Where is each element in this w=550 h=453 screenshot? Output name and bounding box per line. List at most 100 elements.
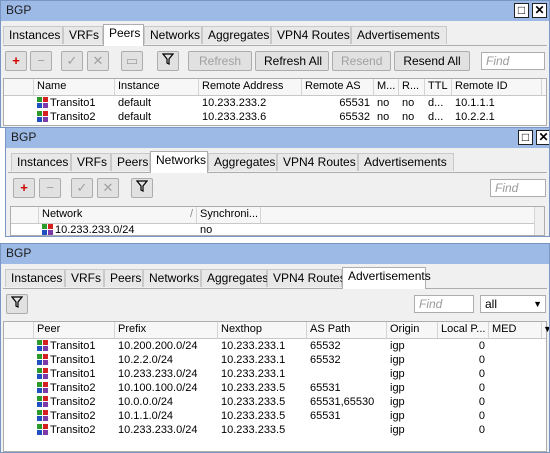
enable-icon[interactable]: ✓: [71, 178, 93, 198]
tab-peers[interactable]: Peers: [111, 153, 150, 171]
add-icon[interactable]: +: [13, 178, 35, 198]
col-flags[interactable]: [4, 322, 34, 338]
add-icon[interactable]: +: [5, 51, 27, 71]
col-prefix[interactable]: Prefix: [115, 322, 218, 338]
tab-vpn4-routes[interactable]: VPN4 Routes: [267, 269, 346, 287]
col-synchronize[interactable]: Synchroni...: [197, 207, 261, 223]
adv-peer: Transito2: [34, 381, 115, 395]
disable-icon[interactable]: ✕: [97, 178, 119, 198]
col-remote-as[interactable]: Remote AS: [302, 79, 374, 95]
col-as-path[interactable]: AS Path: [307, 322, 387, 338]
tab-instances[interactable]: Instances: [5, 269, 65, 287]
filter-icon[interactable]: [157, 51, 179, 71]
adv-as-path: 65531: [310, 382, 341, 394]
adv-nexthop: 10.233.233.5: [221, 410, 286, 422]
peer-icon: [37, 97, 48, 108]
tab-advertisements[interactable]: Advertisements: [351, 26, 447, 44]
adv-peer: Transito1: [34, 353, 115, 367]
col-origin[interactable]: Origin: [387, 322, 438, 338]
table-row[interactable]: Transito1 default 10.233.233.2 65531 no …: [4, 96, 546, 110]
tab-vrfs[interactable]: VRFs: [63, 26, 103, 44]
table-row[interactable]: Transito2 10.233.233.0/24 10.233.233.5 igp 0: [4, 423, 546, 437]
filter-select[interactable]: all ▼: [480, 295, 546, 313]
adv-local-pref: 0: [478, 354, 485, 366]
close-icon[interactable]: ✕: [532, 3, 547, 18]
tab-vrfs[interactable]: VRFs: [71, 153, 111, 171]
resend-button[interactable]: Resend: [332, 51, 391, 71]
find-input[interactable]: Find: [481, 52, 545, 70]
adv-origin: igp: [390, 424, 405, 436]
resend-all-button[interactable]: Resend All: [394, 51, 470, 71]
window-titlebar[interactable]: BGP □ ✕: [6, 128, 549, 148]
tab-vrfs[interactable]: VRFs: [65, 269, 104, 287]
remove-icon[interactable]: −: [39, 178, 61, 198]
col-peer[interactable]: Peer: [34, 322, 115, 338]
col-instance[interactable]: Instance: [115, 79, 199, 95]
tab-advertisements[interactable]: Advertisements: [342, 267, 431, 289]
tab-vpn4-routes[interactable]: VPN4 Routes: [271, 26, 351, 44]
window-title: BGP: [6, 246, 32, 260]
col-med[interactable]: MED: [489, 322, 542, 338]
table-row[interactable]: Transito2 10.100.100.0/24 10.233.233.5 6553…: [4, 381, 546, 395]
tab-advertisements[interactable]: Advertisements: [358, 153, 454, 171]
tab-vpn4-routes[interactable]: VPN4 Routes: [277, 153, 358, 171]
tab-peers[interactable]: Peers: [103, 24, 144, 46]
refresh-all-button[interactable]: Refresh All: [255, 51, 329, 71]
adv-med: [489, 395, 542, 409]
scrollbar[interactable]: [534, 207, 544, 235]
filter-icon[interactable]: [6, 294, 28, 314]
col-flags[interactable]: [11, 207, 39, 223]
find-input[interactable]: Find: [414, 295, 474, 313]
refresh-button[interactable]: Refresh: [188, 51, 252, 71]
tab-instances[interactable]: Instances: [3, 26, 63, 44]
col-flags[interactable]: [4, 79, 34, 95]
col-name[interactable]: Name: [34, 79, 115, 95]
table-row[interactable]: Transito1 10.233.233.0/24 10.233.233.1 igp 0: [4, 367, 546, 381]
tab-peers[interactable]: Peers: [104, 269, 143, 287]
tab-instances[interactable]: Instances: [11, 153, 71, 171]
toolbar: Find all ▼: [3, 292, 547, 318]
find-input[interactable]: Find: [490, 179, 546, 197]
adv-as-path: 65532: [310, 340, 341, 352]
adv-nexthop: 10.233.233.5: [221, 396, 286, 408]
table-row[interactable]: Transito1 10.2.2.0/24 10.233.233.1 65532 igp…: [4, 353, 546, 367]
table-row[interactable]: Transito2 10.0.0.0/24 10.233.233.5 65531,65…: [4, 395, 546, 409]
col-ttl[interactable]: TTL: [425, 79, 452, 95]
adv-local-pref: 0: [478, 396, 485, 408]
col-local-pref[interactable]: Local P...: [438, 322, 489, 338]
disable-icon[interactable]: ✕: [87, 51, 109, 71]
comment-icon[interactable]: ▭: [121, 51, 143, 71]
tab-aggregates[interactable]: Aggregates: [202, 26, 271, 44]
table-row[interactable]: 10.233.233.0/24 no: [11, 223, 544, 236]
col-remote-address[interactable]: Remote Address: [199, 79, 302, 95]
col-nexthop[interactable]: Nexthop: [218, 322, 307, 338]
chevron-down-icon[interactable]: ▼: [540, 322, 549, 338]
table-row[interactable]: Transito2 default 10.233.233.6 65532 no …: [4, 110, 546, 124]
restore-icon[interactable]: □: [514, 3, 529, 18]
peer-icon: [37, 396, 48, 407]
tab-aggregates[interactable]: Aggregates: [201, 269, 268, 287]
table-row[interactable]: Transito1 10.200.200.0/24 10.233.233.1 6553…: [4, 339, 546, 353]
restore-icon[interactable]: □: [518, 130, 533, 145]
filter-icon[interactable]: [131, 178, 153, 198]
adv-local-pref: 0: [478, 340, 485, 352]
chevron-down-icon: ▼: [533, 299, 542, 309]
remove-icon[interactable]: −: [30, 51, 52, 71]
col-m[interactable]: M...: [374, 79, 399, 95]
window-titlebar[interactable]: BGP: [1, 244, 549, 264]
tab-networks[interactable]: Networks: [150, 151, 208, 173]
tab-networks[interactable]: Networks: [143, 269, 201, 287]
tab-aggregates[interactable]: Aggregates: [208, 153, 277, 171]
col-r[interactable]: R...: [399, 79, 425, 95]
window-titlebar[interactable]: BGP □ ✕: [1, 1, 549, 21]
adv-nexthop: 10.233.233.1: [221, 368, 286, 380]
adv-prefix: 10.233.233.0/24: [118, 368, 198, 380]
col-remote-id[interactable]: Remote ID: [452, 79, 542, 95]
close-icon[interactable]: ✕: [536, 130, 549, 145]
tab-networks[interactable]: Networks: [144, 26, 202, 44]
enable-icon[interactable]: ✓: [61, 51, 83, 71]
adv-med: [489, 409, 542, 423]
col-network[interactable]: Network: [39, 207, 197, 223]
adv-nexthop: 10.233.233.5: [221, 382, 286, 394]
table-row[interactable]: Transito2 10.1.1.0/24 10.233.233.5 65531 igp…: [4, 409, 546, 423]
